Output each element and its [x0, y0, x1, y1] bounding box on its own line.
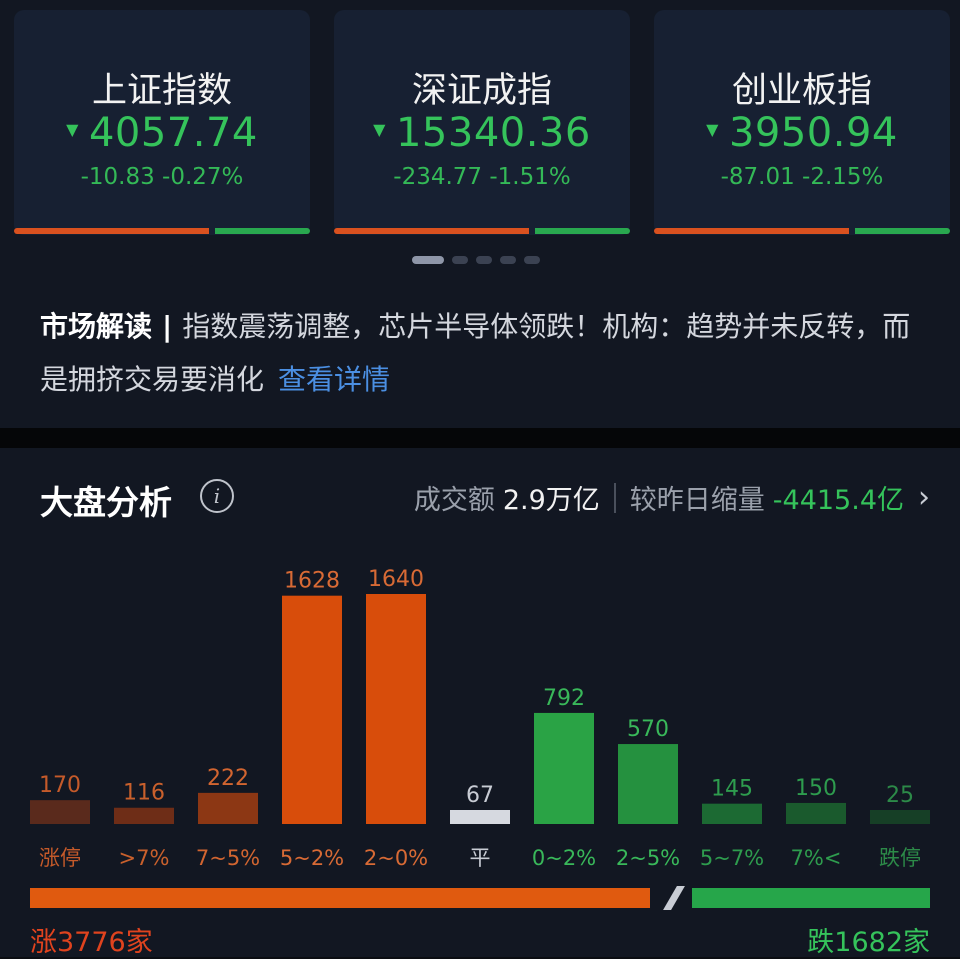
index-price-value: 4057.74 — [88, 110, 258, 156]
index-change: -87.01 -2.15% — [720, 164, 884, 190]
index-price-value: 15340.36 — [395, 110, 591, 156]
bar-value-label: 150 — [795, 776, 837, 801]
bar-value-label: 570 — [627, 717, 669, 742]
section-divider — [0, 428, 960, 448]
bar-2 — [198, 792, 258, 824]
carousel-dots[interactable] — [412, 256, 540, 264]
bar-5 — [450, 810, 510, 824]
down-triangle-icon: ▼ — [66, 119, 79, 139]
bar-value-label: 145 — [711, 777, 753, 802]
chevron-right-icon[interactable]: › — [918, 480, 930, 515]
index-name: 上证指数 — [91, 71, 232, 111]
market-commentary[interactable]: 市场解读 | 指数震荡调整，芯片半导体领跌！机构：趋势并未反转，而是拥挤交易要消化查… — [40, 300, 920, 406]
down-triangle-icon: ▼ — [706, 119, 719, 139]
bar-category-label: 涨停 — [39, 846, 81, 870]
view-details-link[interactable]: 查看详情 — [278, 363, 390, 396]
index-price-value: 3950.94 — [728, 110, 898, 156]
index-price: ▼ 4057.74 — [14, 110, 310, 156]
bar-value-label: 170 — [39, 773, 81, 798]
index-name: 深证成指 — [411, 71, 552, 111]
down-triangle-icon: ▼ — [373, 119, 386, 139]
index-card-cyb[interactable]: 创业板指 ▼ 3950.94 -87.01 -2.15% — [654, 10, 950, 235]
bar-category-label: 平 — [470, 846, 491, 870]
bar-0 — [30, 800, 90, 824]
index-mini-bar — [14, 228, 310, 234]
info-icon[interactable]: i — [200, 479, 234, 513]
turnover-label: 成交额 — [413, 485, 495, 516]
commentary-label: 市场解读 — [40, 310, 153, 343]
index-card-sz[interactable]: 深证成指 ▼ 15340.36 -234.77 -1.51% — [334, 10, 630, 235]
down-count: 跌1682家 — [807, 927, 930, 958]
carousel-dot[interactable] — [500, 256, 516, 264]
bar-8 — [702, 803, 762, 824]
turnover-stats[interactable]: 成交额 2.9万亿 较昨日缩量 -4415.4亿 › — [414, 478, 930, 517]
index-mini-bar — [334, 228, 630, 234]
bar-9 — [786, 802, 846, 824]
bar-category-label: >7% — [119, 846, 170, 870]
index-mini-bar — [654, 228, 950, 234]
bar-value-label: 25 — [886, 783, 914, 808]
carousel-dot[interactable] — [452, 256, 468, 264]
bar-category-label: 跌停 — [879, 846, 921, 870]
bar-1 — [114, 807, 174, 824]
bar-value-label: 1628 — [284, 569, 340, 594]
bar-value-label: 222 — [207, 766, 249, 791]
bar-category-label: 7~5% — [196, 846, 260, 870]
carousel-dot[interactable] — [476, 256, 492, 264]
bar-6 — [534, 712, 594, 824]
down-ratio-fill — [692, 888, 930, 908]
updown-ratio-bar — [30, 886, 930, 910]
up-ratio-fill — [30, 888, 650, 908]
bar-value-label: 116 — [123, 781, 165, 806]
index-change: -10.83 -0.27% — [80, 164, 244, 190]
bar-10 — [870, 810, 930, 824]
bar-3 — [282, 595, 342, 824]
bar-4 — [366, 594, 426, 824]
carousel-dot[interactable] — [524, 256, 540, 264]
bar-value-label: 792 — [543, 686, 585, 711]
bar-category-label: 7%< — [791, 846, 842, 870]
index-change: -234.77 -1.51% — [393, 164, 571, 190]
index-name: 创业板指 — [731, 71, 872, 111]
turnover-value: 2.9万亿 — [502, 485, 600, 516]
stats-divider — [613, 482, 616, 513]
index-price: ▼ 3950.94 — [654, 110, 950, 156]
bar-category-label: 2~5% — [616, 846, 680, 870]
bar-7 — [618, 744, 678, 824]
commentary-separator: | — [162, 310, 173, 343]
bar-category-label: 5~2% — [280, 846, 344, 870]
distribution-chart: 170 涨停 116 >7% 222 7~5% 1628 5~2% 1640 2~0% 67 平 792… — [30, 567, 930, 870]
compare-value: -4415.4亿 — [772, 485, 904, 516]
bar-value-label: 67 — [466, 783, 494, 808]
bar-category-label: 2~0% — [364, 846, 428, 870]
up-count: 涨3776家 — [30, 927, 153, 958]
index-price: ▼ 15340.36 — [334, 110, 630, 156]
bar-value-label: 1640 — [368, 567, 424, 592]
bar-category-label: 5~7% — [700, 846, 764, 870]
carousel-dot[interactable] — [412, 256, 444, 264]
compare-label: 较昨日缩量 — [629, 485, 765, 516]
analysis-title: 大盘分析 — [40, 483, 172, 522]
bar-category-label: 0~2% — [532, 846, 596, 870]
index-card-sh[interactable]: 上证指数 ▼ 4057.74 -10.83 -0.27% — [14, 10, 310, 235]
